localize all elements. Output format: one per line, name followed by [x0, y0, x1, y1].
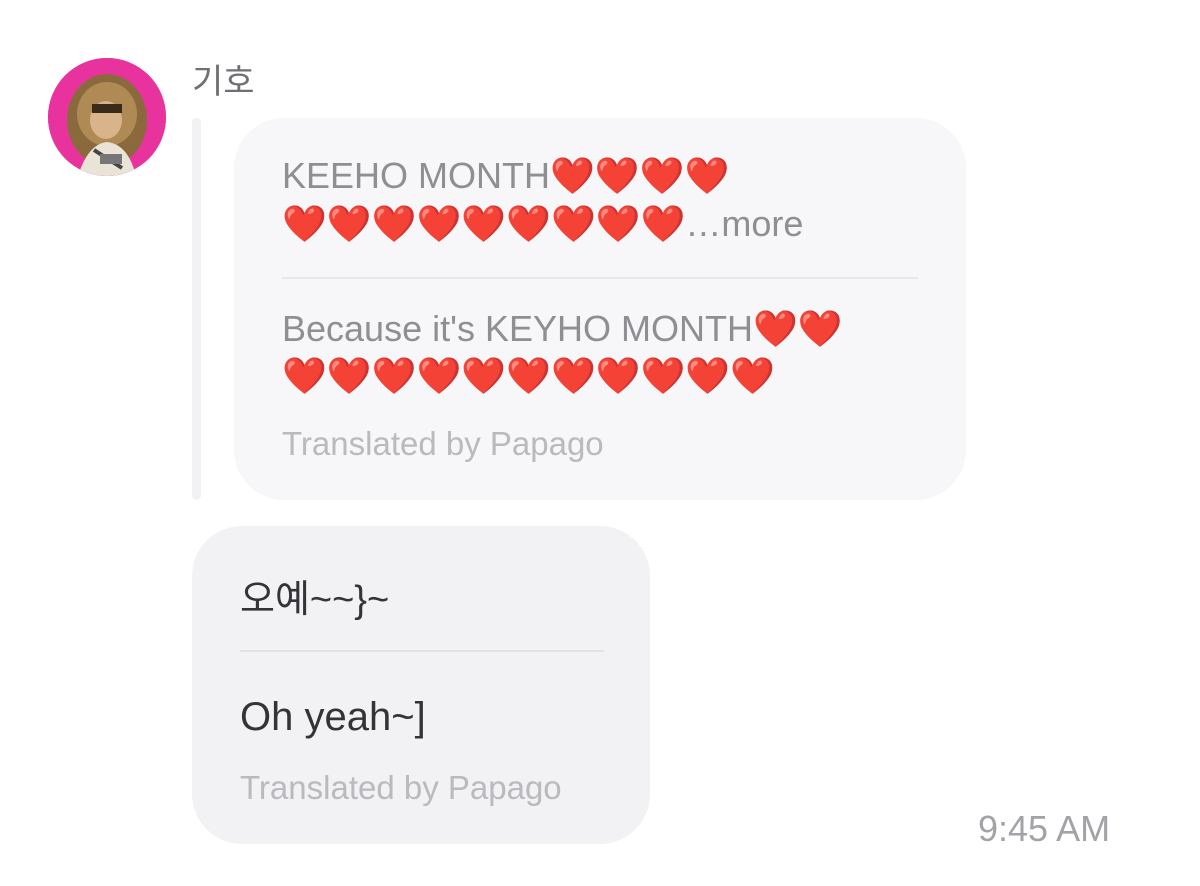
message-translated-by-label: Translated by Papago — [240, 769, 562, 806]
more-link[interactable]: …more — [685, 203, 803, 244]
quoted-translated-line1: Because it's KEYHO MONTH❤️❤️ — [282, 308, 843, 349]
quoted-divider — [282, 277, 918, 279]
quoted-translated-line2: ❤️❤️❤️❤️❤️❤️❤️❤️❤️❤️❤️ — [282, 355, 776, 396]
quoted-translated-by-label: Translated by Papago — [282, 425, 604, 462]
message-original-text: 오예~~}~ — [240, 579, 390, 621]
avatar[interactable] — [48, 58, 166, 176]
reply-indicator-bar — [192, 118, 201, 500]
quoted-original-line1: KEEHO MONTH❤️❤️❤️❤️ — [282, 155, 730, 196]
quoted-original-line2: ❤️❤️❤️❤️❤️❤️❤️❤️❤️…more — [282, 200, 942, 248]
message-timestamp: 9:45 AM — [978, 808, 1111, 849]
message-translated-text: Oh yeah~] — [240, 695, 426, 739]
quoted-original-hearts: ❤️❤️❤️❤️❤️❤️❤️❤️❤️ — [282, 203, 686, 244]
sender-name: 기호 — [192, 63, 255, 101]
profile-photo-avatar — [48, 58, 166, 176]
message-divider — [240, 650, 604, 652]
chat-view: 기호 KEEHO MONTH❤️❤️❤️❤️ ❤️❤️❤️❤️❤️❤️❤️❤️❤… — [0, 0, 1200, 886]
